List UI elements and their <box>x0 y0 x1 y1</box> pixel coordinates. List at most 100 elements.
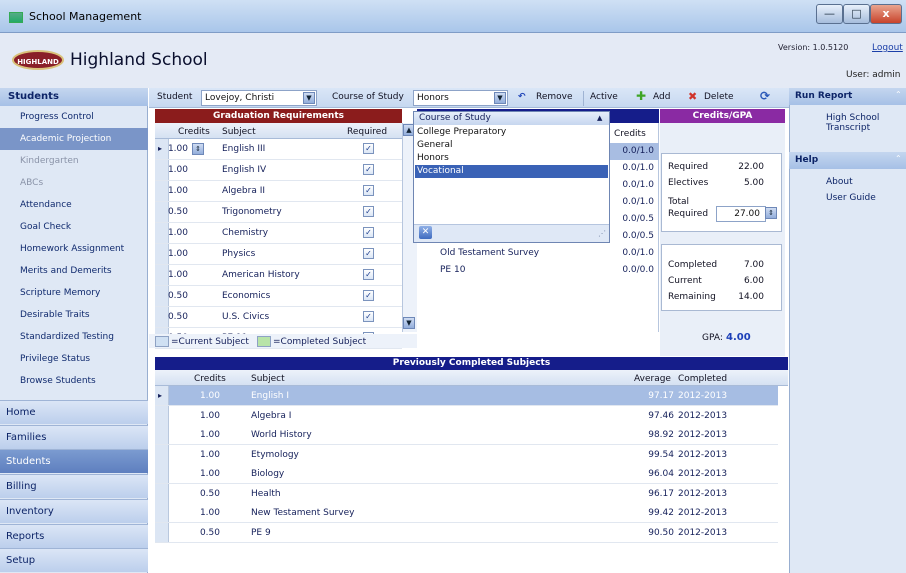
prev-col-completed: Completed <box>678 374 728 384</box>
total-required-field[interactable]: 27.00 <box>716 206 766 222</box>
row-selector[interactable] <box>155 425 169 444</box>
completed-subject-swatch <box>257 336 271 347</box>
prev-col-average: Average <box>634 374 671 384</box>
dropdown-option[interactable]: Honors <box>415 152 608 165</box>
course-value: Honors <box>417 93 449 103</box>
row-selector[interactable]: ▸ <box>155 386 169 405</box>
nav-section-button[interactable]: Home <box>0 400 148 424</box>
required-value: 22.00 <box>738 162 764 172</box>
nav-item[interactable]: Progress Control <box>0 106 148 128</box>
required-checkbox[interactable]: ✓ <box>363 227 374 238</box>
chevron-down-icon[interactable]: ▼ <box>303 92 315 104</box>
logout-link[interactable]: Logout <box>872 43 903 53</box>
row-selector[interactable] <box>155 522 169 542</box>
prev-credits-cell: 1.00 <box>199 508 220 518</box>
nav-section-button[interactable]: Billing <box>0 474 148 499</box>
nav-section-button[interactable]: Reports <box>0 523 148 548</box>
mid-credits-cell: 0.0/0.5 <box>622 214 654 224</box>
subject-cell: Algebra II <box>222 186 266 196</box>
run-report-header: Run Report <box>789 88 906 105</box>
student-select[interactable]: Lovejoy, Christi <box>201 90 317 106</box>
graduation-requirements-title: Graduation Requirements <box>155 109 402 123</box>
required-checkbox[interactable]: ✓ <box>363 290 374 301</box>
completed-value: 7.00 <box>743 260 764 270</box>
stepper-icon[interactable]: ⇕ <box>765 207 777 219</box>
total-required-label: Required <box>668 209 709 219</box>
collapse-icon[interactable]: ⌃ <box>895 154 902 163</box>
prev-average-cell: 96.17 <box>648 488 674 499</box>
dropdown-option[interactable]: College Preparatory <box>415 126 608 139</box>
nav-item[interactable]: ABCs <box>0 172 148 194</box>
required-checkbox[interactable]: ✓ <box>363 248 374 259</box>
row-selector[interactable] <box>155 464 169 483</box>
nav-section-button[interactable]: Inventory <box>0 498 148 523</box>
prev-completed-cell: 2012-2013 <box>678 488 728 499</box>
collapse-icon[interactable]: ⌃ <box>895 90 902 99</box>
nav-item[interactable]: Standardized Testing <box>0 326 148 348</box>
row-selector[interactable] <box>155 405 169 425</box>
required-checkbox[interactable]: ✓ <box>363 206 374 217</box>
mid-col-credits: Credits <box>614 129 646 139</box>
nav-item[interactable]: Desirable Traits <box>0 304 148 326</box>
prev-completed-cell: 2012-2013 <box>678 410 728 421</box>
gpa-label: GPA: <box>702 333 723 343</box>
credits-cell: 0.50 <box>167 291 188 301</box>
stepper-icon[interactable]: ⇕ <box>192 143 204 155</box>
about-link[interactable]: About <box>826 177 853 187</box>
close-button[interactable]: x <box>870 4 902 24</box>
credits-cell: 1.00 <box>167 165 188 175</box>
help-header: Help <box>789 152 906 169</box>
completed-label: Completed <box>668 260 718 270</box>
clear-icon[interactable]: ✕ <box>419 226 432 239</box>
required-checkbox[interactable]: ✓ <box>363 143 374 154</box>
scroll-down-icon[interactable]: ▼ <box>403 317 415 329</box>
school-name: Highland School <box>70 50 208 70</box>
nav-section-button[interactable]: Students <box>0 449 148 474</box>
prev-average-cell: 96.04 <box>648 469 674 479</box>
required-checkbox[interactable]: ✓ <box>363 185 374 196</box>
student-value: Lovejoy, Christi <box>205 93 275 103</box>
required-checkbox[interactable]: ✓ <box>363 269 374 280</box>
caret-up-icon[interactable]: ▲ <box>597 114 602 122</box>
prev-completed-cell: 2012-2013 <box>678 449 728 460</box>
user-guide-link[interactable]: User Guide <box>826 193 876 203</box>
window-title: School Management <box>29 10 142 23</box>
active-button[interactable]: Active <box>590 92 618 102</box>
row-selector[interactable] <box>155 503 169 522</box>
nav-item[interactable]: Kindergarten <box>0 150 148 172</box>
resize-grip-icon[interactable]: ⋰ <box>598 229 606 238</box>
high-school-transcript-link[interactable]: High School Transcript <box>826 113 886 133</box>
delete-button[interactable]: Delete <box>704 92 734 102</box>
prev-subject-cell: New Testament Survey <box>251 508 355 518</box>
required-checkbox[interactable]: ✓ <box>363 311 374 322</box>
nav-item[interactable]: Attendance <box>0 194 148 216</box>
prev-subject-cell: World History <box>251 430 312 440</box>
version-label: Version: 1.0.5120 <box>778 43 849 52</box>
maximize-button[interactable]: □ <box>843 4 870 24</box>
nav-item[interactable]: Merits and Demerits <box>0 260 148 282</box>
nav-section-button[interactable]: Families <box>0 424 148 449</box>
nav-section-button[interactable]: Setup <box>0 548 148 573</box>
row-selector[interactable] <box>155 483 169 503</box>
refresh-icon[interactable]: ⟳ <box>760 89 770 103</box>
nav-item[interactable]: Academic Projection <box>0 128 148 150</box>
prev-subject-cell: Biology <box>251 469 285 479</box>
legend-completed: =Completed Subject <box>273 337 367 347</box>
required-checkbox[interactable]: ✓ <box>363 164 374 175</box>
nav-item[interactable]: Privilege Status <box>0 348 148 370</box>
nav-item[interactable]: Scripture Memory <box>0 282 148 304</box>
prev-subject-cell: Etymology <box>251 449 299 460</box>
chevron-down-icon[interactable]: ▼ <box>494 92 506 104</box>
nav-item[interactable]: Homework Assignment <box>0 238 148 260</box>
remove-button[interactable]: Remove <box>536 92 573 102</box>
minimize-button[interactable]: — <box>816 4 843 24</box>
dropdown-option[interactable]: Vocational <box>415 165 608 178</box>
row-selector[interactable] <box>155 444 169 464</box>
nav-item[interactable]: Goal Check <box>0 216 148 238</box>
add-button[interactable]: Add <box>653 92 670 102</box>
dropdown-option[interactable]: General <box>415 139 608 152</box>
subject-cell: Trigonometry <box>222 207 282 217</box>
mid-credits-cell: 0.0/1.0 <box>606 146 656 156</box>
nav-item[interactable]: Browse Students <box>0 370 148 392</box>
prev-completed-cell: 2012-2013 <box>678 391 728 401</box>
